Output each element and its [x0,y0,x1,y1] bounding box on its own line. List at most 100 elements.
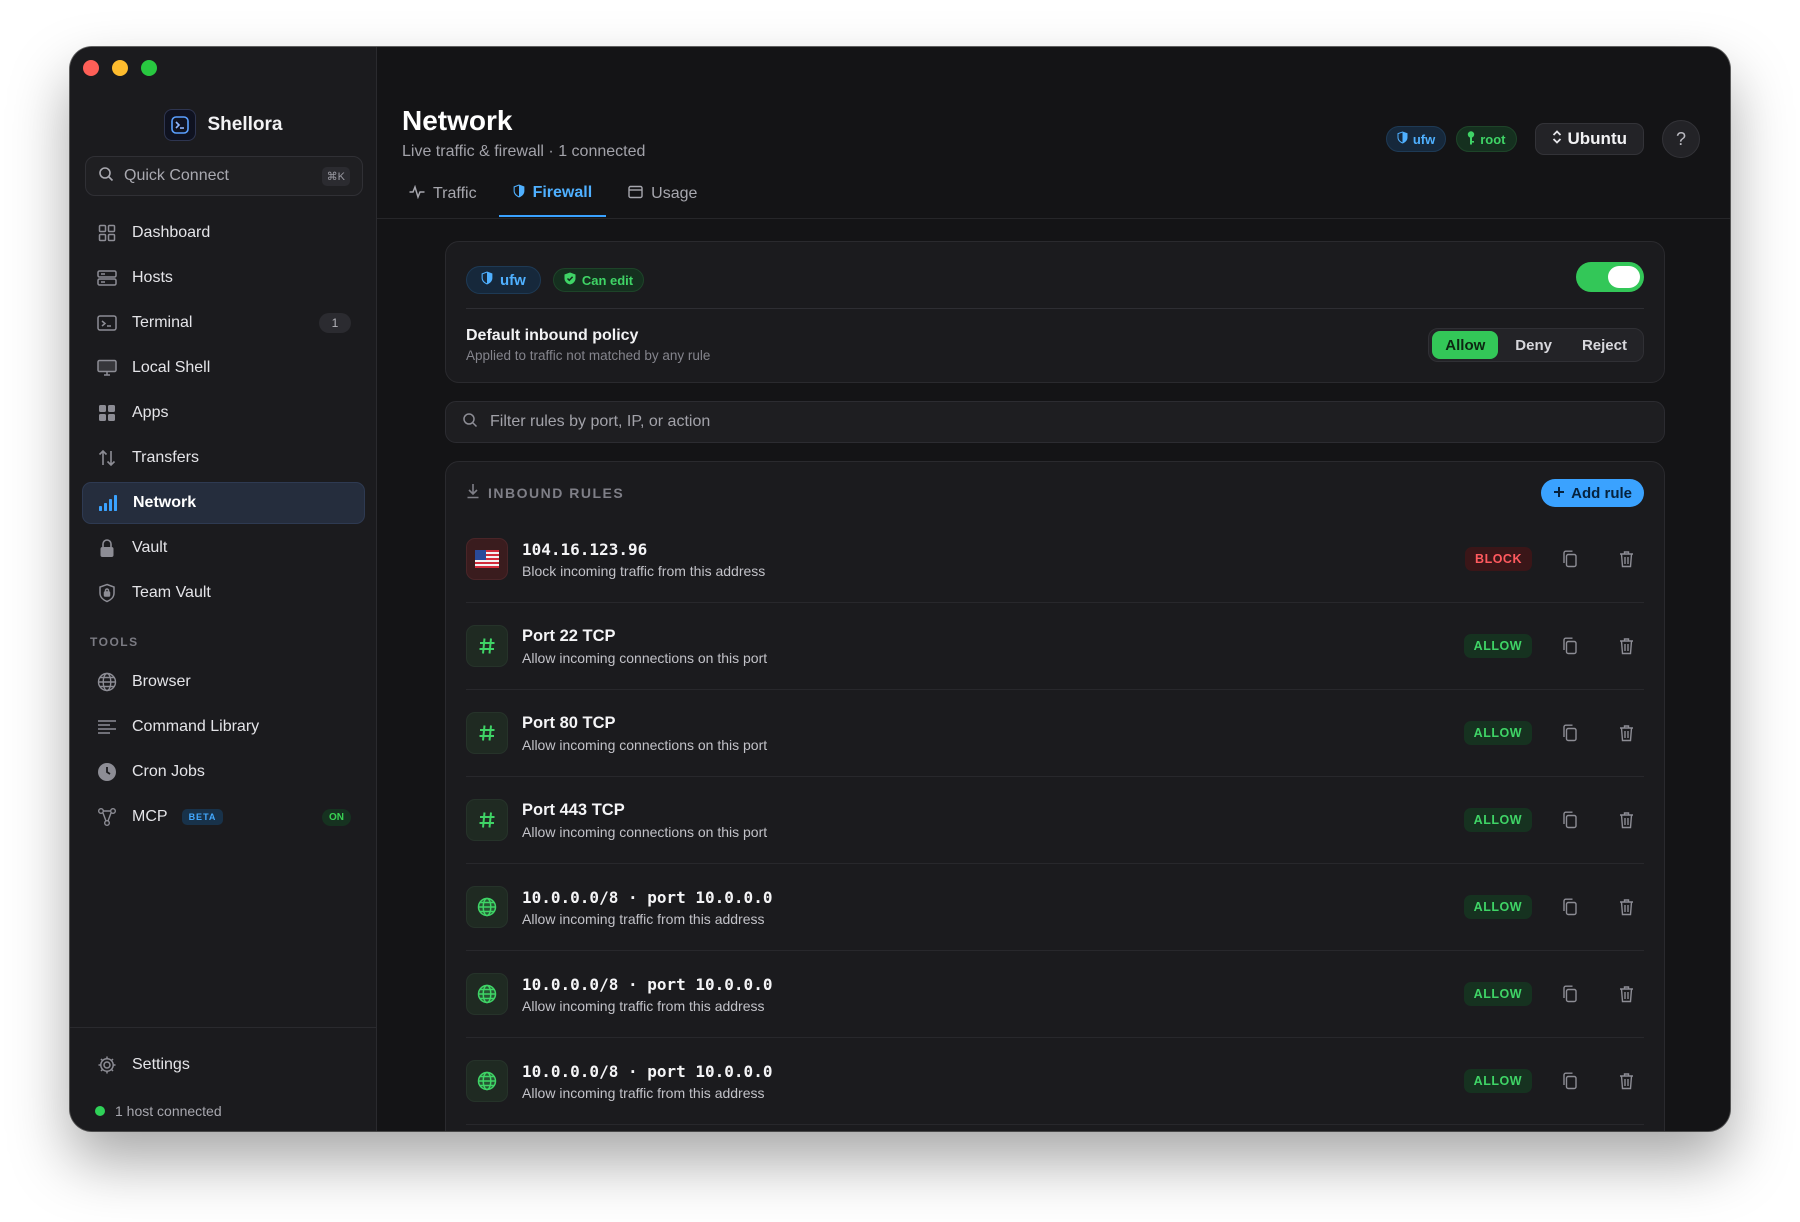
rule-row[interactable]: 10.0.0.0/8 · port 10.0.0.0 Allow incoming… [466,864,1644,951]
copy-icon[interactable] [1552,1063,1588,1099]
sidebar-item-label: Settings [132,1056,190,1073]
rule-action-badge: ALLOW [1463,982,1532,1006]
copy-icon[interactable] [1552,976,1588,1012]
policy-segmented-control: Allow Deny Reject [1428,328,1644,362]
rule-description: Allow incoming connections on this port [522,736,768,753]
rule-row[interactable]: 10.0.0.0/8 · port 10.0.0.0 Allow incoming… [466,1038,1644,1125]
rule-filter-input[interactable] [490,413,1648,431]
help-button[interactable]: ? [1662,120,1700,158]
trash-icon[interactable] [1608,715,1644,751]
copy-icon[interactable] [1552,628,1588,664]
tab-traffic[interactable]: Traffic [395,171,491,217]
rule-row[interactable]: Port 22 TCP Allow incoming connections on… [466,603,1644,690]
copy-icon[interactable] [1552,541,1588,577]
sidebar-item-label: Terminal [132,314,193,331]
sidebar-item-label: Local Shell [132,359,211,376]
copy-icon[interactable] [1552,715,1588,751]
globe-icon [466,973,508,1015]
rule-row[interactable]: Port 443 TCP Allow incoming connections o… [466,777,1644,864]
sidebar-item-apps[interactable]: Apps [82,392,365,434]
apps-icon [96,402,118,424]
sidebar: Shellora Quick Connect ⌘K Dashboard Host… [70,47,377,1131]
sidebar-item-cron-jobs[interactable]: Cron Jobs [82,751,365,793]
os-selector-button[interactable]: Ubuntu [1534,123,1644,155]
sidebar-item-team-vault[interactable]: Team Vault [82,572,365,614]
hash-icon [466,625,508,667]
firewall-status-row: ufw Can edit [466,262,1644,298]
sidebar-item-label: Transfers [132,449,199,466]
rule-title: 10.0.0.0/8 · port 10.0.0.0 [522,1061,773,1081]
sidebar-item-dashboard[interactable]: Dashboard [82,212,365,254]
shield-icon [481,271,493,289]
tabs-divider [377,218,1730,219]
policy-subtitle: Applied to traffic not matched by any ru… [466,348,711,363]
sidebar-item-local-shell[interactable]: Local Shell [82,347,365,389]
search-icon [98,166,114,187]
sidebar-item-vault[interactable]: Vault [82,527,365,569]
sidebar-item-network[interactable]: Network [82,482,365,524]
rule-text: 10.0.0.0/8 · port 10.0.0.0 Allow incoming… [522,975,1450,1014]
globe-icon [466,1060,508,1102]
sidebar-item-transfers[interactable]: Transfers [82,437,365,479]
rule-row[interactable]: 104.16.123.96 Block incoming traffic from… [466,516,1644,603]
status-dot-icon [95,1106,105,1116]
sidebar-item-label: Command Library [132,718,260,735]
close-window-button[interactable] [83,60,99,76]
rule-description: Allow incoming connections on this port [522,649,768,666]
firewall-engine-label: ufw [500,271,526,289]
download-arrow-icon [466,483,480,504]
tab-firewall[interactable]: Firewall [498,171,607,217]
terminal-count-badge: 1 [319,313,351,333]
sidebar-item-settings[interactable]: Settings [82,1044,365,1086]
signal-bars-icon [97,492,119,514]
tab-usage[interactable]: Usage [614,171,711,217]
rule-action-badge: BLOCK [1465,547,1532,571]
minimize-window-button[interactable] [112,60,128,76]
rule-text: Port 22 TCP Allow incoming connections on… [522,627,1450,666]
rule-text: 10.0.0.0/8 · port 10.0.0.0 Allow incoming… [522,888,1450,927]
host-status-text: 1 host connected [115,1103,222,1119]
hash-icon [466,712,508,754]
app-name: Shellora [207,114,283,135]
sidebar-item-hosts[interactable]: Hosts [82,257,365,299]
window-controls [83,60,157,76]
trash-icon[interactable] [1608,802,1644,838]
rule-row[interactable]: Port 80 TCP Allow incoming connections on… [466,690,1644,777]
rule-title: Port 443 TCP [522,800,625,819]
trash-icon[interactable] [1608,541,1644,577]
root-pill: root [1456,126,1517,152]
rule-row[interactable]: 10.0.0.0/8 · port 10.0.0.0 Allow incoming… [466,951,1644,1038]
add-rule-button[interactable]: Add rule [1541,479,1644,507]
sidebar-item-label: Hosts [132,269,173,286]
firewall-enabled-toggle[interactable] [1576,262,1644,292]
zoom-window-button[interactable] [141,60,157,76]
quick-connect-input[interactable]: Quick Connect ⌘K [85,156,363,196]
policy-deny-option[interactable]: Deny [1502,331,1565,359]
key-icon [1467,130,1475,148]
list-icon [96,716,118,738]
copy-icon[interactable] [1552,889,1588,925]
trash-icon[interactable] [1608,628,1644,664]
globe-icon [96,671,118,693]
transfer-icon [96,447,118,469]
rules-header: INBOUND RULES Add rule [466,478,1644,508]
sidebar-item-browser[interactable]: Browser [82,661,365,703]
host-status: 1 host connected [95,1103,222,1119]
lock-icon [96,537,118,559]
rules-title: INBOUND RULES [488,485,625,501]
main-content: Network Live traffic & firewall · 1 conn… [377,47,1730,1131]
policy-reject-option[interactable]: Reject [1569,331,1640,359]
policy-allow-option[interactable]: Allow [1432,331,1499,359]
sidebar-item-mcp[interactable]: MCP BETA ON [82,796,365,838]
trash-icon[interactable] [1608,889,1644,925]
copy-icon[interactable] [1552,802,1588,838]
brand: Shellora [70,109,376,141]
clock-icon [96,761,118,783]
calendar-icon [628,185,643,204]
sidebar-item-label: Apps [132,404,169,421]
trash-icon[interactable] [1608,976,1644,1012]
trash-icon[interactable] [1608,1063,1644,1099]
sidebar-item-terminal[interactable]: Terminal 1 [82,302,365,344]
sidebar-item-command-library[interactable]: Command Library [82,706,365,748]
rule-action-badge: ALLOW [1463,1069,1532,1093]
